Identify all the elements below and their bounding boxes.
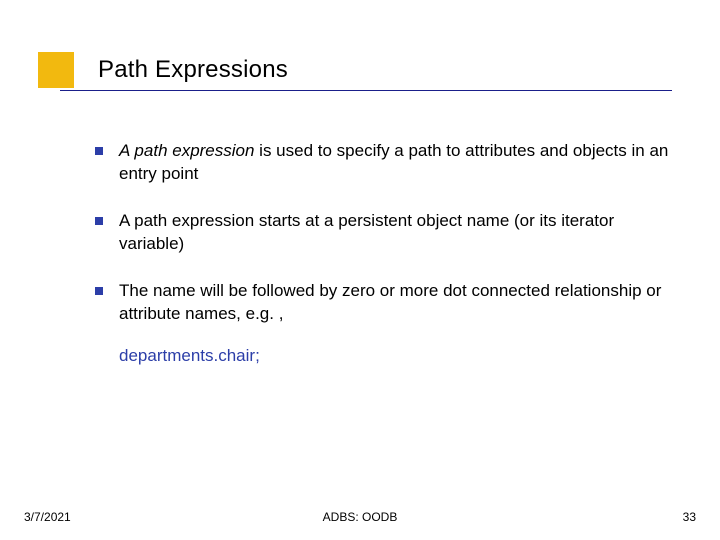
footer-center: ADBS: OODB	[323, 510, 398, 524]
bullet-text: A path expression is used to specify a p…	[119, 140, 670, 186]
footer-page-number: 33	[683, 510, 696, 524]
bullet-text: A path expression starts at a persistent…	[119, 210, 670, 256]
bullet-text: The name will be followed by zero or mor…	[119, 280, 670, 326]
bullet-square-icon	[95, 147, 103, 155]
title-underline	[60, 90, 672, 91]
content-area: A path expression is used to specify a p…	[95, 140, 670, 366]
bullet-item: A path expression is used to specify a p…	[95, 140, 670, 186]
code-example: departments.chair;	[119, 346, 670, 366]
bullet-item: The name will be followed by zero or mor…	[95, 280, 670, 326]
footer-date: 3/7/2021	[24, 510, 71, 524]
bullet-square-icon	[95, 217, 103, 225]
italic-term: A path expression	[119, 141, 254, 160]
slide-title: Path Expressions	[98, 56, 288, 84]
accent-block	[38, 52, 74, 88]
bullet-square-icon	[95, 287, 103, 295]
bullet-item: A path expression starts at a persistent…	[95, 210, 670, 256]
footer: 3/7/2021 ADBS: OODB 33	[0, 510, 720, 524]
